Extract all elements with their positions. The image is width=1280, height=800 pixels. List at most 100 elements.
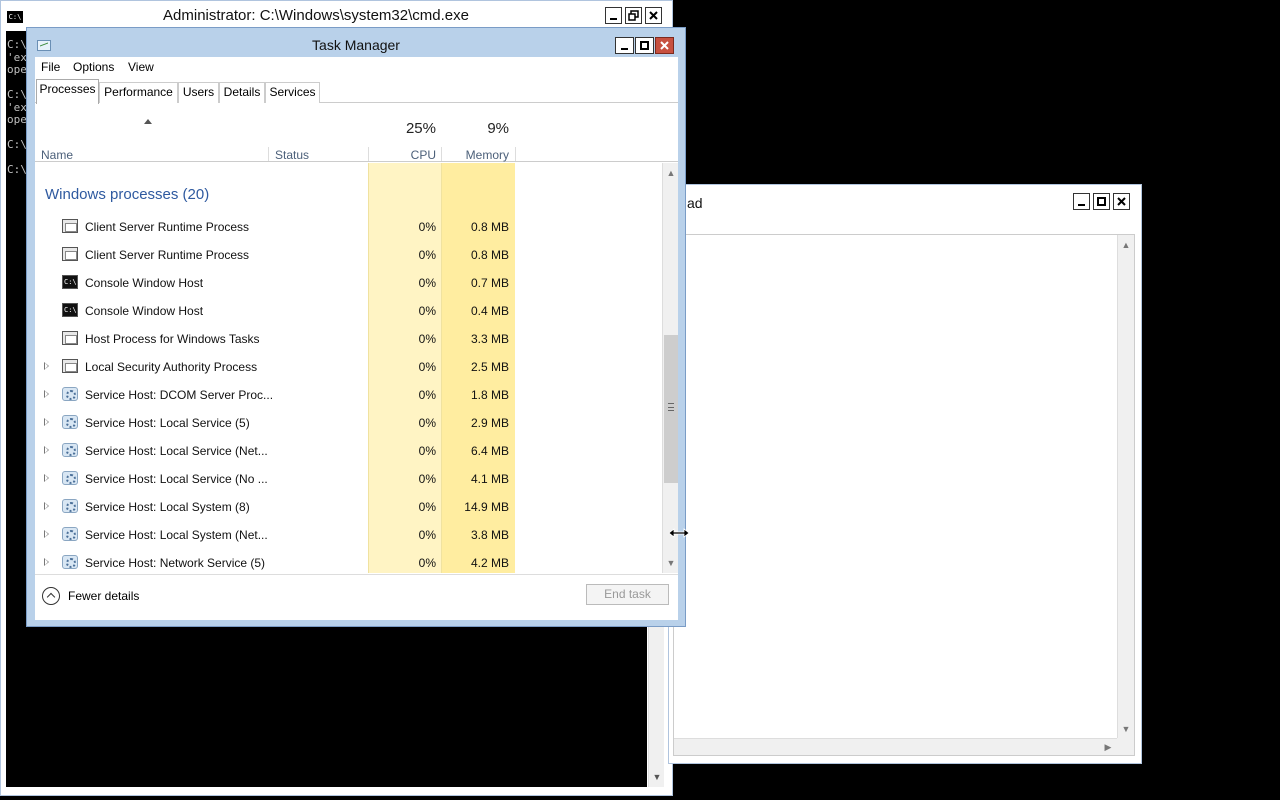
process-row[interactable]: Service Host: Local System (Net... 0% 3.8 … <box>35 521 662 549</box>
process-name: Console Window Host <box>85 304 204 318</box>
process-cpu: 0% <box>418 528 436 542</box>
tab-strip: Processes Performance Users Details Serv… <box>35 79 678 104</box>
notepad-window-title: ad <box>687 195 703 211</box>
process-list[interactable]: Windows processes (20) Client Server Run… <box>35 163 662 573</box>
process-row[interactable]: Host Process for Windows Tasks 0% 3.3 MB <box>35 325 662 353</box>
cmd-minimize-button[interactable] <box>605 7 622 24</box>
tm-maximize-button[interactable] <box>635 37 654 54</box>
process-row[interactable]: Local Security Authority Process 0% 2.5 MB <box>35 353 662 381</box>
process-row[interactable]: Service Host: Network Service (5) 0% 4.2 M… <box>35 549 662 573</box>
expand-arrow-icon[interactable] <box>44 418 49 426</box>
process-row[interactable]: Service Host: Local System (8) 0% 14.9 MB <box>35 493 662 521</box>
process-memory: 4.1 MB <box>470 472 509 486</box>
process-memory: 3.8 MB <box>470 528 509 542</box>
process-memory: 0.8 MB <box>470 248 509 262</box>
process-cpu: 0% <box>418 556 436 570</box>
tm-minimize-button[interactable] <box>615 37 634 54</box>
cpu-total[interactable]: 25% <box>368 120 436 137</box>
process-row[interactable]: Service Host: Local Service (No ... 0% 4.1… <box>35 465 662 493</box>
window-icon <box>62 359 78 373</box>
memory-total[interactable]: 9% <box>441 120 509 137</box>
process-memory: 4.2 MB <box>470 556 509 570</box>
process-name: Console Window Host <box>85 276 204 290</box>
process-cpu: 0% <box>418 332 436 346</box>
gear-icon <box>62 387 78 401</box>
process-row[interactable]: Service Host: Local Service (Net... 0% 6.4… <box>35 437 662 465</box>
chevron-up-circle-icon[interactable] <box>42 587 60 605</box>
process-row[interactable]: Service Host: DCOM Server Proc... 0% 1.8 M… <box>35 381 662 409</box>
column-memory[interactable]: Memory <box>441 148 509 162</box>
tab-services[interactable]: Services <box>265 82 320 103</box>
restore-icon <box>628 10 639 21</box>
scroll-down-icon[interactable]: ▼ <box>663 555 679 571</box>
tab-details[interactable]: Details <box>219 82 265 103</box>
scroll-down-icon[interactable]: ▼ <box>1118 721 1134 737</box>
group-header-windows-processes[interactable]: Windows processes (20) <box>45 186 209 203</box>
expand-arrow-icon[interactable] <box>44 446 49 454</box>
size-grip[interactable] <box>1117 738 1134 755</box>
process-name: Host Process for Windows Tasks <box>85 332 260 346</box>
process-cpu: 0% <box>418 444 436 458</box>
scroll-up-icon[interactable]: ▲ <box>1118 237 1134 253</box>
scroll-down-icon[interactable]: ▼ <box>649 769 665 785</box>
column-cpu[interactable]: CPU <box>368 148 436 162</box>
column-header-row: Name Status 25% CPU 9% Memory <box>35 103 678 162</box>
process-memory: 0.4 MB <box>470 304 509 318</box>
menu-file[interactable]: File <box>41 60 60 74</box>
process-cpu: 0% <box>418 416 436 430</box>
end-task-button[interactable]: End task <box>586 584 669 605</box>
process-row[interactable]: Client Server Runtime Process 0% 0.8 MB <box>35 241 662 269</box>
expand-arrow-icon[interactable] <box>44 530 49 538</box>
column-separator <box>515 147 516 161</box>
window-icon <box>62 331 78 345</box>
fewer-details-link[interactable]: Fewer details <box>68 589 139 603</box>
notepad-maximize-button[interactable] <box>1093 193 1110 210</box>
scroll-right-icon[interactable]: ▶ <box>1100 739 1116 755</box>
process-list-scrollbar[interactable]: ▲ ▼ <box>662 163 678 573</box>
scrollbar-thumb[interactable] <box>664 335 678 483</box>
minimize-icon <box>1078 204 1085 206</box>
process-cpu: 0% <box>418 472 436 486</box>
console-icon <box>62 275 78 289</box>
minimize-icon <box>610 18 617 20</box>
footer-bar: Fewer details End task <box>35 574 678 620</box>
expand-arrow-icon[interactable] <box>44 390 49 398</box>
console-icon <box>62 303 78 317</box>
sort-ascending-icon <box>144 119 152 124</box>
task-manager-window-controls <box>615 37 675 55</box>
process-cpu: 0% <box>418 388 436 402</box>
process-name: Service Host: Local System (8) <box>85 500 250 514</box>
resize-cursor-icon <box>668 528 690 538</box>
process-memory: 14.9 MB <box>464 500 509 514</box>
notepad-vertical-scrollbar[interactable]: ▲ ▼ <box>1117 235 1134 739</box>
column-name[interactable]: Name <box>41 148 73 162</box>
menu-view[interactable]: View <box>128 60 154 74</box>
tab-users[interactable]: Users <box>178 82 219 103</box>
notepad-minimize-button[interactable] <box>1073 193 1090 210</box>
tm-close-button[interactable] <box>655 37 674 54</box>
process-row[interactable]: Service Host: Local Service (5) 0% 2.9 MB <box>35 409 662 437</box>
expand-arrow-icon[interactable] <box>44 558 49 566</box>
expand-arrow-icon[interactable] <box>44 474 49 482</box>
expand-arrow-icon[interactable] <box>44 502 49 510</box>
process-row[interactable]: Client Server Runtime Process 0% 0.8 MB <box>35 213 662 241</box>
column-status[interactable]: Status <box>275 148 309 162</box>
expand-arrow-icon[interactable] <box>44 362 49 370</box>
gear-icon <box>62 415 78 429</box>
process-memory: 6.4 MB <box>470 444 509 458</box>
process-row[interactable]: Console Window Host 0% 0.4 MB <box>35 297 662 325</box>
column-separator <box>268 147 269 161</box>
tab-processes[interactable]: Processes <box>36 79 99 104</box>
process-row[interactable]: Console Window Host 0% 0.7 MB <box>35 269 662 297</box>
scroll-up-icon[interactable]: ▲ <box>663 165 679 181</box>
notepad-close-button[interactable] <box>1113 193 1130 210</box>
cmd-restore-button[interactable] <box>625 7 642 24</box>
notepad-horizontal-scrollbar[interactable]: ▶ <box>674 738 1118 755</box>
tab-performance[interactable]: Performance <box>99 82 178 103</box>
menu-options[interactable]: Options <box>73 60 114 74</box>
cmd-close-button[interactable] <box>645 7 662 24</box>
notepad-text-area[interactable]: ▲ ▼ ▶ <box>673 234 1135 756</box>
process-name: Service Host: Local Service (Net... <box>85 444 268 458</box>
process-name: Service Host: Network Service (5) <box>85 556 266 570</box>
process-cpu: 0% <box>418 304 436 318</box>
